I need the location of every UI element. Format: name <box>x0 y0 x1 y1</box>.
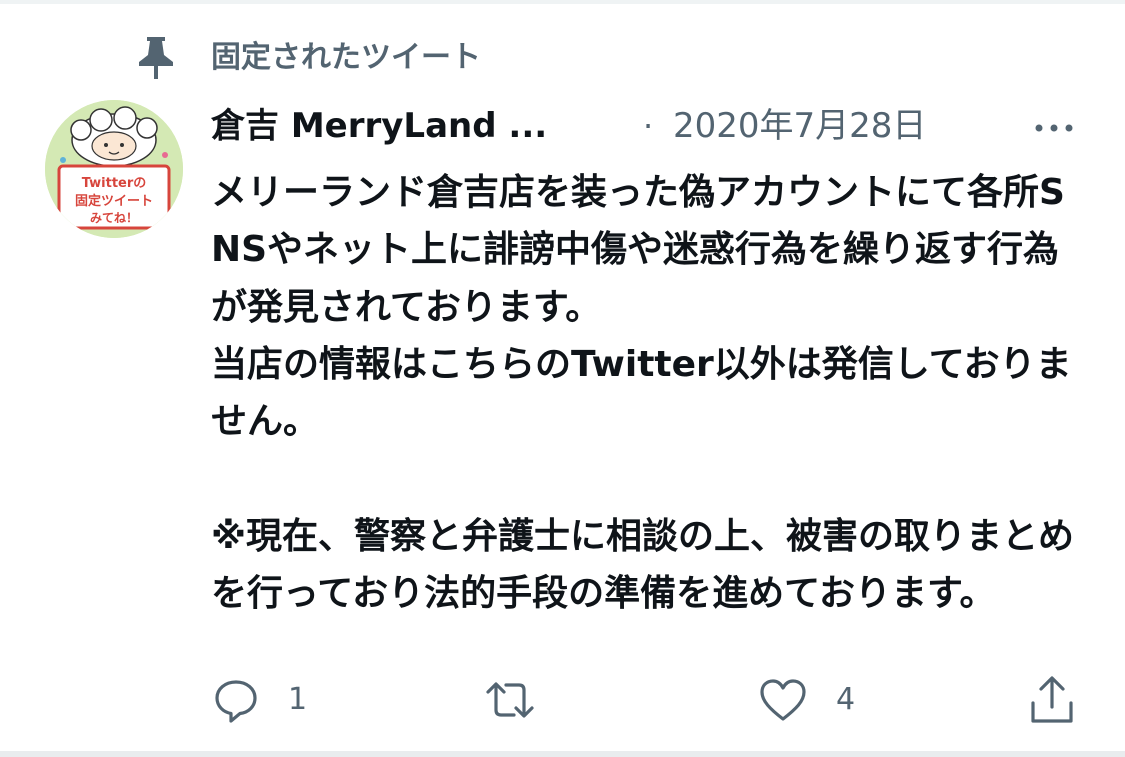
avatar-sign-line2: 固定ツイート <box>75 193 153 209</box>
avatar-sign-line3: みてね！ <box>90 211 138 225</box>
pinned-label: 固定されたツイート <box>211 40 481 75</box>
like-count: 4 <box>836 682 856 717</box>
reply-button[interactable]: 1 <box>212 672 307 728</box>
top-divider <box>0 0 1125 4</box>
more-button[interactable] <box>1029 108 1079 144</box>
header-separator: · <box>643 107 654 145</box>
tweet-timestamp[interactable]: 2020年7月28日 <box>673 104 926 148</box>
avatar[interactable]: Twitterの 固定ツイート みてね！ <box>45 100 183 238</box>
reply-count: 1 <box>288 682 308 717</box>
tweet-header: 倉吉 MerryLand ... · 2020年7月28日 <box>211 104 1091 150</box>
more-icon <box>1035 124 1073 132</box>
avatar-sign-line1: Twitterの <box>82 176 147 191</box>
retweet-icon <box>484 676 536 724</box>
retweet-button[interactable] <box>484 672 564 728</box>
heart-icon <box>758 676 808 724</box>
tweet-actions: 1 4 <box>0 672 1125 728</box>
bottom-divider <box>0 751 1125 757</box>
share-icon <box>1028 675 1076 725</box>
display-name[interactable]: 倉吉 MerryLand ... <box>211 104 547 148</box>
pin-icon <box>135 35 177 81</box>
tweet-body: メリーランド倉吉店を装った偽アカウントにて各所SNSやネット上に誹謗中傷や迷惑行… <box>211 172 1074 615</box>
pinned-indicator: 固定されたツイート <box>0 30 1125 86</box>
like-button[interactable]: 4 <box>758 672 855 728</box>
share-button[interactable] <box>1028 672 1076 728</box>
reply-icon <box>212 676 260 724</box>
